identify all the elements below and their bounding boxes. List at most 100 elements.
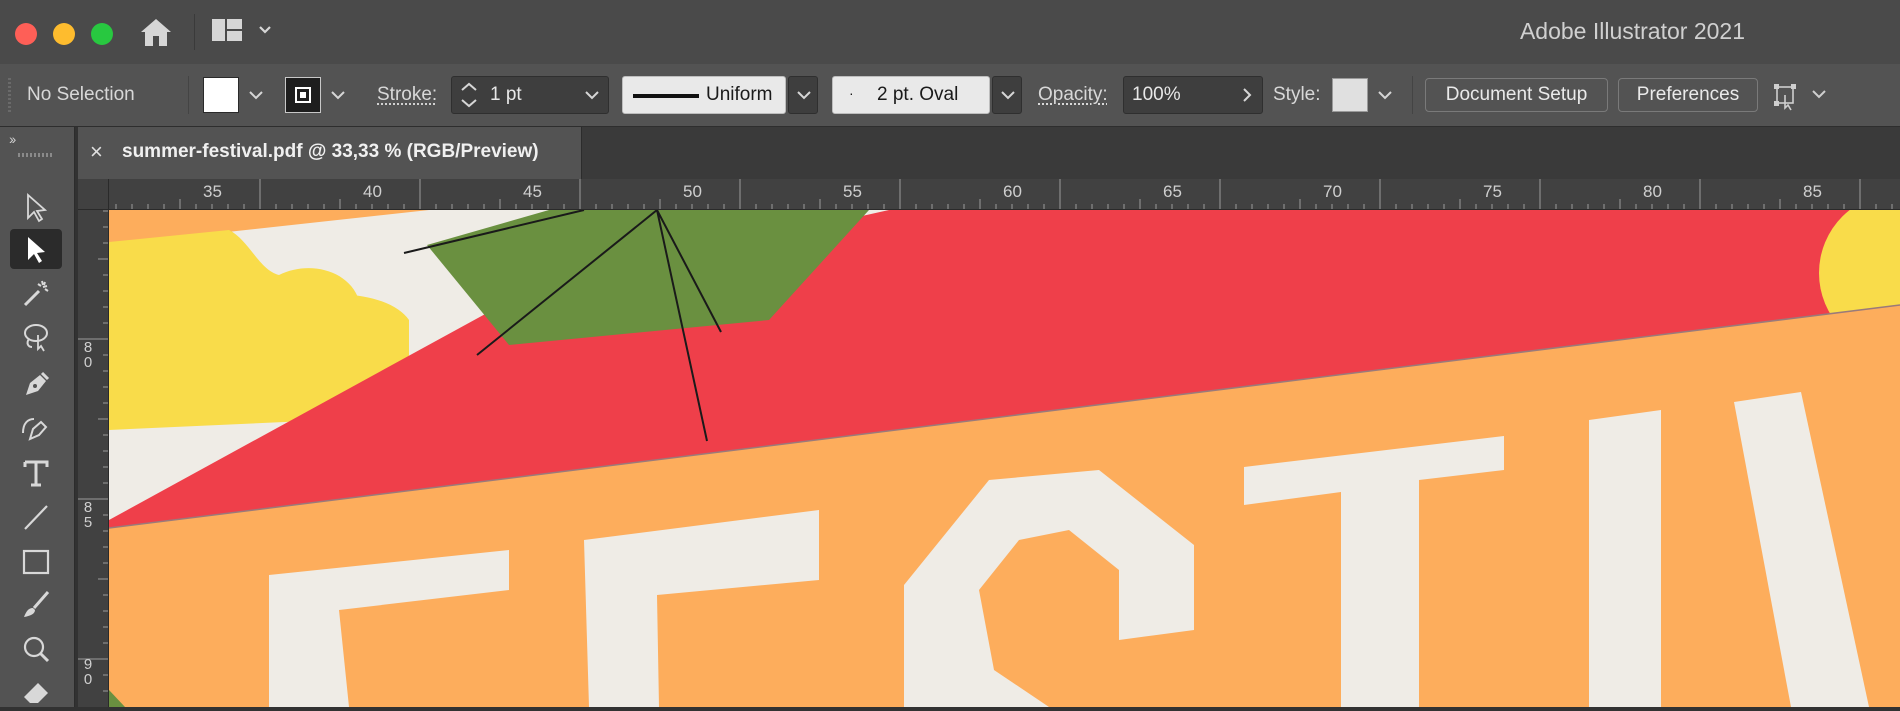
fill-color-swatch[interactable]	[203, 77, 239, 113]
pen-tool[interactable]	[10, 363, 62, 403]
workspace-switcher-button[interactable]	[210, 16, 274, 46]
magic-wand-tool[interactable]	[10, 273, 62, 313]
selection-status: No Selection	[27, 84, 135, 105]
ruler-label: 8 5	[81, 500, 95, 530]
variable-width-profile-dropdown[interactable]	[788, 76, 818, 114]
arrange-documents-button[interactable]	[1772, 78, 1832, 112]
direct-selection-tool[interactable]	[10, 229, 62, 269]
selection-tool[interactable]	[10, 187, 62, 227]
chevron-down-icon[interactable]	[585, 91, 599, 100]
lasso-tool[interactable]	[10, 317, 62, 357]
vertical-ruler[interactable]: 8 0 8 5 9 0	[78, 209, 109, 707]
style-label: Style:	[1273, 84, 1321, 105]
ruler-digit: 8	[83, 499, 93, 516]
stroke-color-dropdown[interactable]	[323, 77, 353, 113]
direct-selection-arrow-icon	[28, 237, 45, 263]
paintbrush-tool[interactable]	[10, 585, 62, 625]
document-setup-button[interactable]: Document Setup	[1425, 78, 1608, 112]
curvature-tool[interactable]	[10, 407, 62, 447]
ruler-label: 35	[203, 182, 222, 201]
selection-arrow-icon	[27, 193, 48, 223]
chevron-down-icon	[797, 91, 811, 100]
pen-nib-icon	[26, 371, 50, 395]
artboard-canvas[interactable]	[109, 210, 1900, 707]
tools-panel: ››	[0, 127, 75, 707]
ruler-digit: 5	[83, 514, 93, 531]
chevron-down-icon	[249, 91, 263, 100]
workspace-layout-icon	[212, 19, 271, 41]
letter-i-shape	[1589, 410, 1661, 707]
chevron-right-icon[interactable]	[1243, 88, 1252, 102]
control-bar: No Selection Stroke: 1 pt Uniform · 2 pt…	[0, 64, 1900, 127]
ruler-label: 40	[363, 182, 382, 201]
eraser-icon	[24, 683, 48, 703]
ruler-label: 50	[683, 182, 702, 201]
home-button[interactable]	[138, 14, 174, 50]
graphic-style-swatch[interactable]	[1332, 78, 1368, 112]
ruler-label: 80	[1643, 182, 1662, 201]
stroke-label[interactable]: Stroke:	[377, 84, 437, 106]
ruler-digit: 8	[83, 339, 93, 356]
ruler-label: 60	[1003, 182, 1022, 201]
eraser-tool[interactable]	[10, 671, 62, 711]
document-tab-title: summer-festival.pdf @ 33,33 % (RGB/Previ…	[122, 141, 539, 162]
brush-definition-value: 2 pt. Oval	[877, 84, 959, 105]
close-document-button[interactable]: ×	[90, 139, 103, 165]
minimize-window-button[interactable]	[53, 23, 75, 45]
ruler-digit: 0	[83, 671, 93, 688]
ruler-label: 45	[523, 182, 542, 201]
opacity-field[interactable]: 100%	[1123, 76, 1263, 114]
lasso-icon	[24, 324, 48, 352]
control-separator	[1412, 76, 1413, 114]
shaper-tool[interactable]	[10, 629, 62, 669]
ruler-digit: 9	[83, 656, 93, 673]
stroke-swatch-icon	[295, 87, 311, 103]
ruler-digit: 0	[83, 354, 93, 371]
brush-definition-field[interactable]: · 2 pt. Oval	[832, 76, 990, 114]
close-window-button[interactable]	[15, 23, 37, 45]
control-bar-grip[interactable]	[8, 78, 11, 112]
horizontal-ruler-ticks	[99, 179, 1893, 209]
chevron-down-icon	[1001, 91, 1015, 100]
magic-wand-icon	[23, 280, 49, 307]
variable-width-profile-field[interactable]: Uniform	[622, 76, 786, 114]
brush-dot-icon: ·	[849, 85, 854, 101]
paintbrush-icon	[24, 591, 50, 617]
preferences-button[interactable]: Preferences	[1618, 78, 1758, 112]
ruler-label: 8 0	[81, 340, 95, 370]
stroke-weight-value: 1 pt	[490, 84, 522, 105]
fill-color-dropdown[interactable]	[241, 77, 271, 113]
stroke-color-swatch[interactable]	[285, 77, 321, 113]
graphic-style-dropdown[interactable]	[1370, 77, 1400, 113]
line-segment-icon	[24, 505, 48, 530]
ruler-label: 85	[1803, 182, 1822, 201]
chevron-down-icon	[331, 91, 345, 100]
ruler-label: 75	[1483, 182, 1502, 201]
title-bar-separator	[194, 14, 195, 50]
variable-width-profile-value: Uniform	[706, 84, 773, 105]
brush-definition-dropdown[interactable]	[992, 76, 1022, 114]
app-title: Adobe Illustrator 2021	[1519, 18, 1745, 44]
collapse-panel-button[interactable]: ››	[9, 131, 16, 147]
shaper-icon	[23, 636, 50, 663]
ruler-origin[interactable]	[78, 179, 109, 210]
uniform-stroke-icon	[633, 94, 699, 98]
stroke-weight-stepper-icon	[461, 82, 477, 108]
zoom-window-button[interactable]	[91, 23, 113, 45]
document-tab[interactable]: × summer-festival.pdf @ 33,33 % (RGB/Pre…	[78, 127, 582, 179]
type-t-icon	[23, 460, 49, 487]
rectangle-tool[interactable]	[10, 541, 62, 581]
ruler-label: 9 0	[81, 657, 95, 687]
festival-artwork[interactable]	[109, 210, 1900, 707]
opacity-label[interactable]: Opacity:	[1038, 84, 1108, 106]
stroke-weight-field[interactable]: 1 pt	[451, 76, 609, 114]
curvature-pen-icon	[22, 418, 48, 441]
horizontal-ruler[interactable]: 35 40 45 50 55 60 65 70 75 80 85	[78, 179, 1900, 210]
type-tool[interactable]	[10, 453, 62, 493]
home-icon	[141, 19, 171, 46]
document-tab-bar: × summer-festival.pdf @ 33,33 % (RGB/Pre…	[78, 127, 1900, 179]
ruler-label: 65	[1163, 182, 1182, 201]
tools-panel-grip[interactable]	[18, 153, 54, 157]
opacity-value: 100%	[1132, 84, 1181, 105]
line-segment-tool[interactable]	[10, 497, 62, 537]
